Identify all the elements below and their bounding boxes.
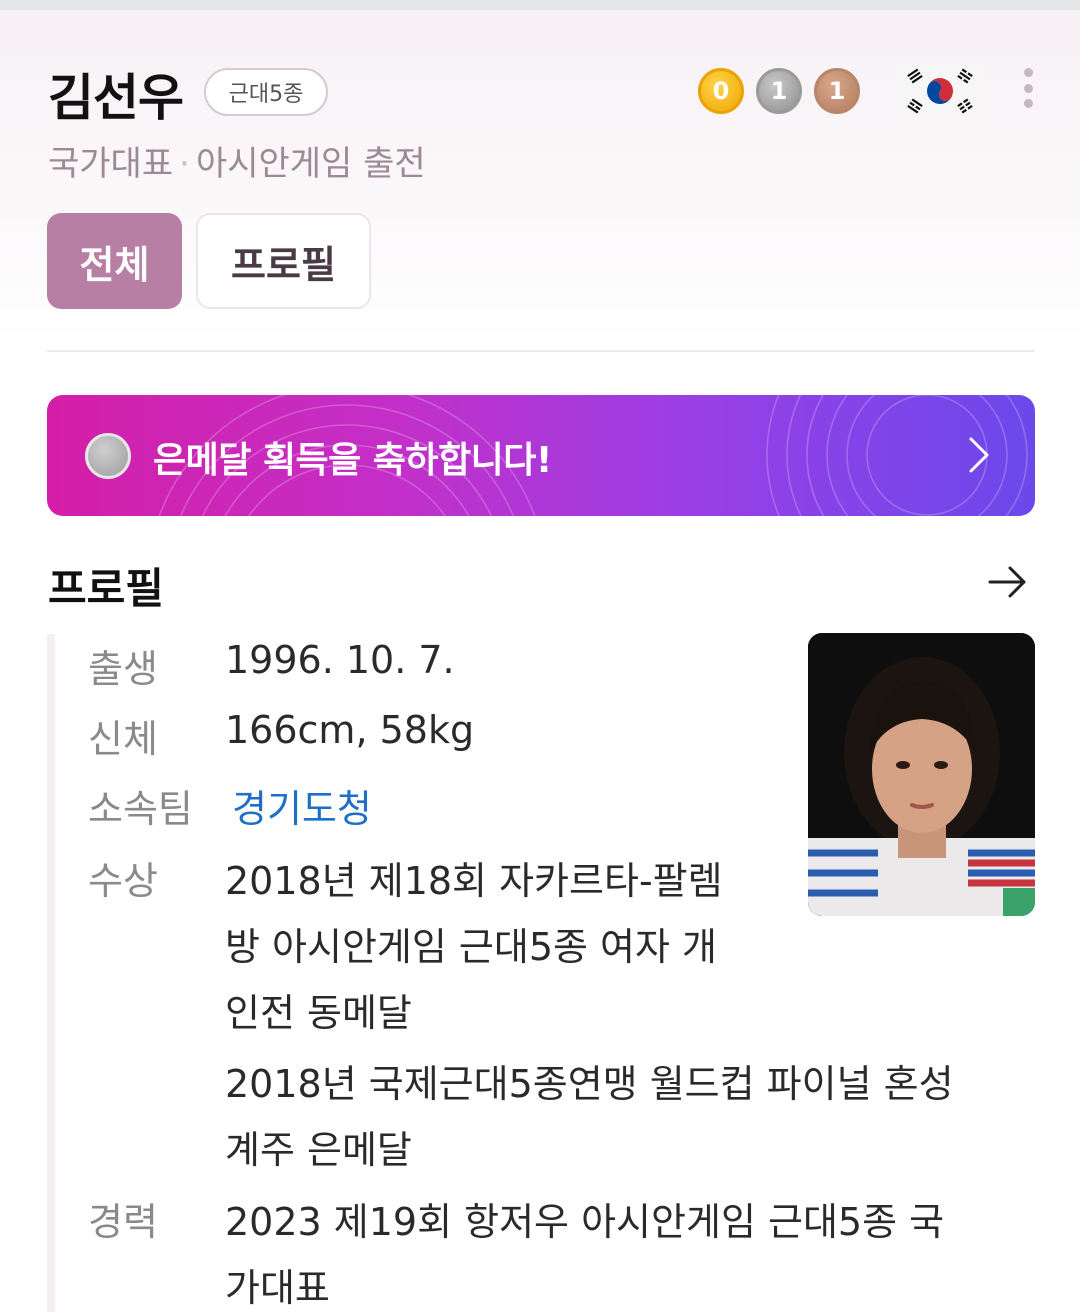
body-label: 신체 xyxy=(88,717,158,761)
awards-line: 2018년 제18회 자카르타-팔렘 xyxy=(225,859,723,903)
career-label: 경력 xyxy=(88,1200,158,1244)
birth-label: 출생 xyxy=(88,647,158,691)
tab-all[interactable]: 전체 xyxy=(47,213,182,309)
banner-text: 은메달 획득을 축하합니다! xyxy=(153,440,552,481)
athlete-photo[interactable] xyxy=(808,633,1035,916)
gold-medal-count: 0 xyxy=(698,68,744,114)
section-divider xyxy=(47,350,1035,352)
south-korea-flag-icon xyxy=(897,62,983,120)
awards-line: 계주 은메달 xyxy=(225,1128,412,1172)
career-line: 2023 제19회 항저우 아시안게임 근대5종 국 xyxy=(225,1200,945,1244)
awards-line: 2018년 국제근대5종연맹 월드컵 파이널 혼성 xyxy=(225,1062,954,1106)
birth-value: 1996. 10. 7. xyxy=(225,638,455,682)
tab-profile[interactable]: 프로필 xyxy=(196,213,371,309)
kebab-menu-icon[interactable] xyxy=(1018,68,1038,108)
profile-section-title: 프로필 xyxy=(48,564,164,613)
chevron-right-icon xyxy=(969,437,989,473)
subtitle-asian-games: 아시안게임 출전 xyxy=(195,144,426,184)
subtitle-separator: · xyxy=(179,144,190,184)
awards-line: 인전 동메달 xyxy=(225,991,412,1035)
profile-left-bar xyxy=(47,634,55,1312)
bronze-medal-count: 1 xyxy=(814,68,860,114)
team-link[interactable]: 경기도청 xyxy=(232,778,372,833)
awards-line: 방 아시안게임 근대5종 여자 개 xyxy=(225,925,718,969)
body-value: 166cm, 58kg xyxy=(225,708,475,752)
subtitle-national-team: 국가대표 xyxy=(48,144,174,184)
team-label: 소속팀 xyxy=(88,787,193,831)
silver-medal-icon xyxy=(85,433,131,479)
status-strip xyxy=(0,0,1080,10)
sport-badge[interactable]: 근대5종 xyxy=(204,68,328,116)
career-line: 가대표 xyxy=(225,1266,330,1310)
congrats-banner[interactable]: 은메달 획득을 축하합니다! xyxy=(47,395,1035,516)
silver-medal-count: 1 xyxy=(756,68,802,114)
athlete-subtitle: 국가대표 · 아시안게임 출전 xyxy=(48,136,426,185)
arrow-right-icon[interactable] xyxy=(986,562,1030,602)
awards-label: 수상 xyxy=(88,859,158,903)
athlete-name: 김선우 xyxy=(48,69,184,127)
